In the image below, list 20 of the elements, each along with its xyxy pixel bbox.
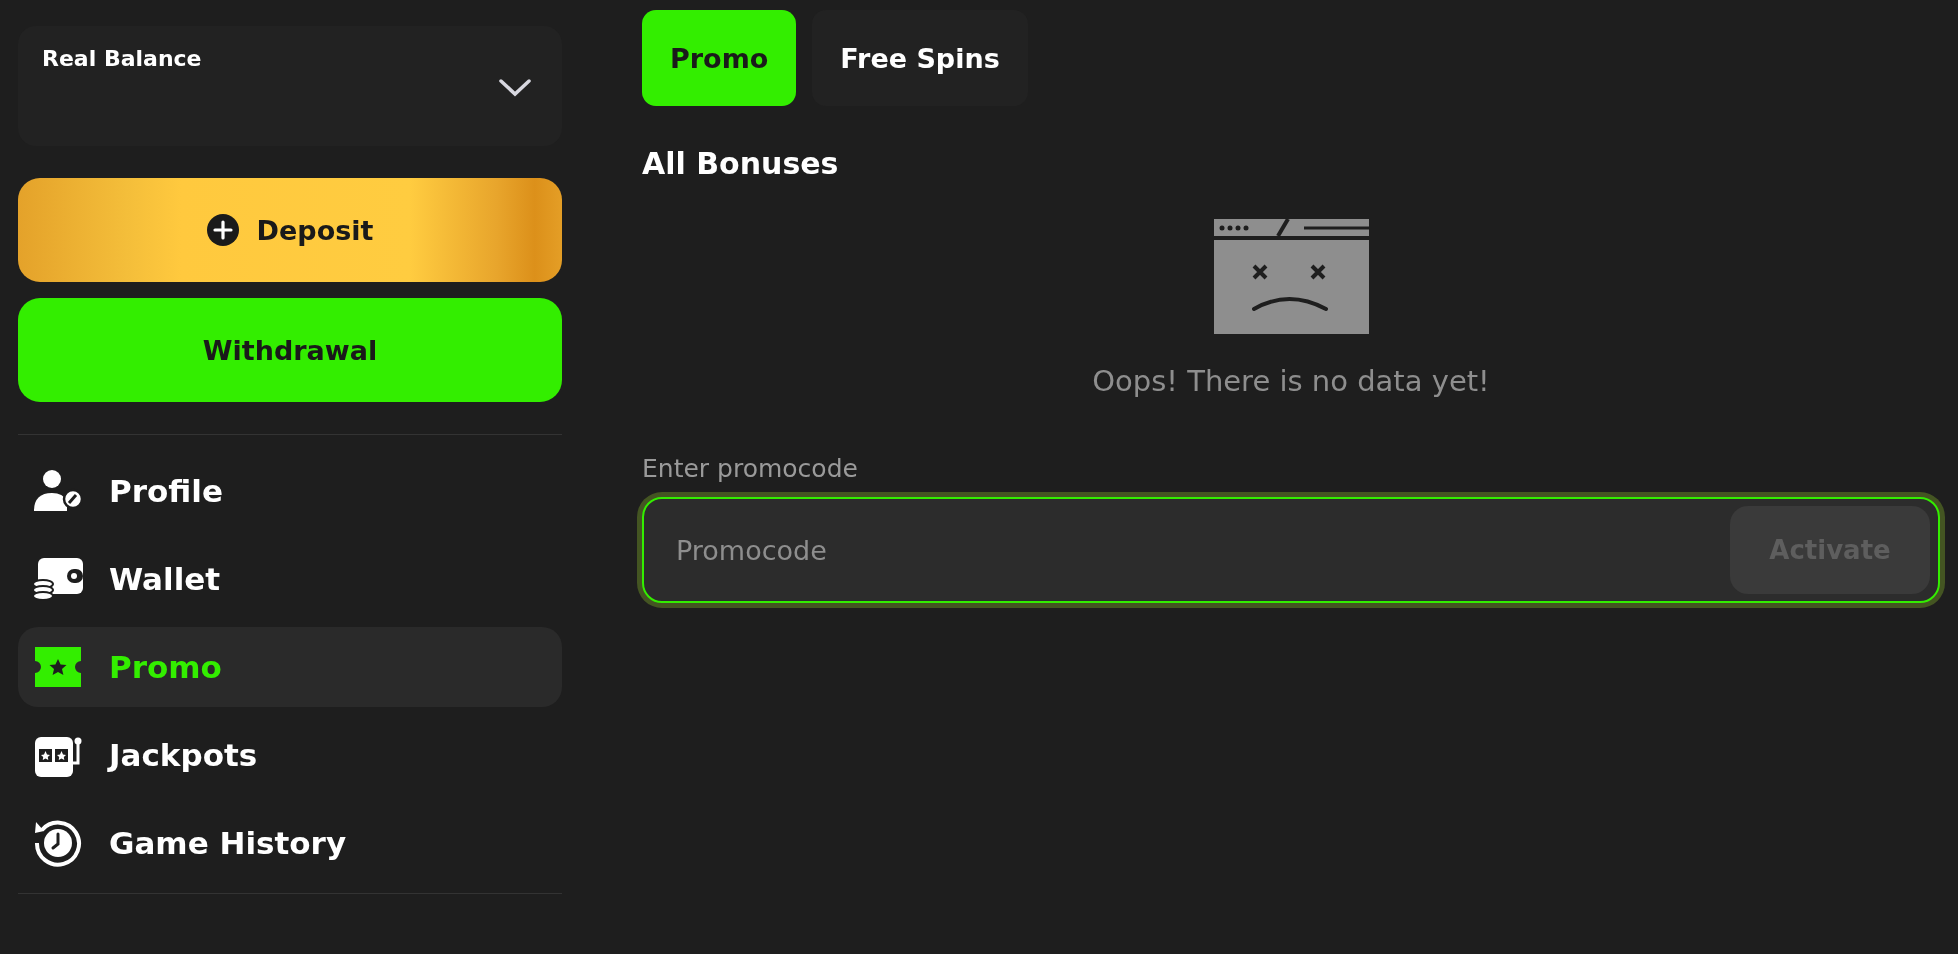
empty-message: Oops! There is no data yet! [1092,364,1490,398]
sidebar-item[interactable]: Promo [18,627,562,707]
ticket-star-icon [33,645,83,689]
chevron-down-icon [498,78,532,98]
deposit-button[interactable]: Deposit [18,178,562,282]
user-edit-icon [33,469,83,513]
sad-browser-icon [1213,219,1369,334]
sidebar-item[interactable]: Wallet [18,539,562,619]
sidebar-item[interactable]: Jackpots [18,715,562,795]
wallet-coins-icon [33,557,83,601]
withdrawal-button[interactable]: Withdrawal [18,298,562,402]
sidebar-item[interactable]: Game History [18,803,562,883]
plus-icon [206,214,239,246]
balance-dropdown[interactable]: Real Balance [18,26,562,146]
tab[interactable]: Free Spins [812,10,1028,106]
tab[interactable]: Promo [642,10,797,106]
sidebar-item[interactable]: Profile [18,451,562,531]
field-label: Enter promocode [642,454,859,483]
history-clock-icon [33,818,83,868]
section-heading: All Bonuses [642,146,840,181]
